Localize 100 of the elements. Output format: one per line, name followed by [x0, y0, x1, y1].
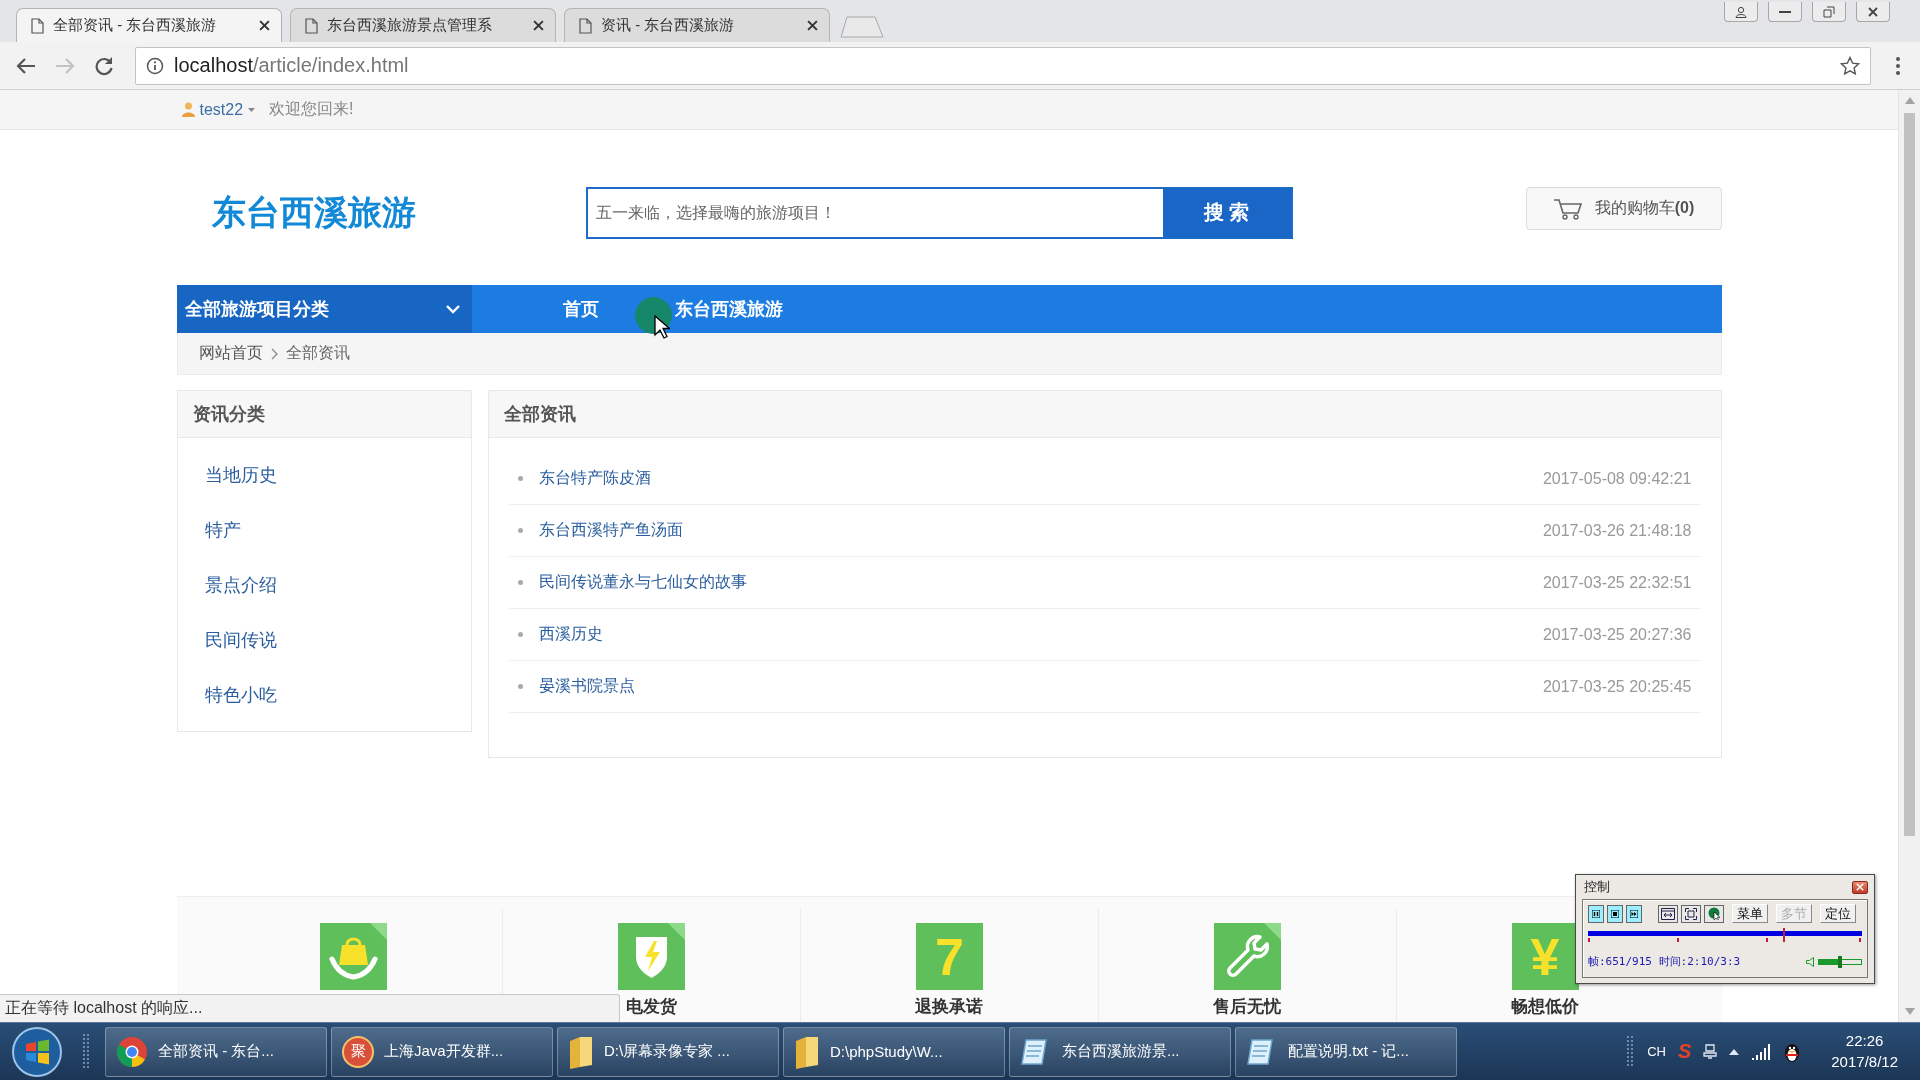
- computer-icon[interactable]: [1703, 1042, 1718, 1061]
- bullet-icon: [517, 476, 523, 481]
- minimize-icon: [1779, 9, 1791, 14]
- recorder-button[interactable]: 定位: [1820, 904, 1856, 923]
- star-icon[interactable]: [1840, 55, 1860, 76]
- breadcrumb-link[interactable]: 网站首页: [198, 343, 263, 364]
- cursor-icon: [1707, 907, 1721, 920]
- category-dropdown[interactable]: 全部旅游项目分类: [176, 285, 472, 333]
- article-link[interactable]: 东台西溪特产鱼汤面: [538, 520, 683, 541]
- app-badge: 聚: [342, 1035, 374, 1068]
- article-link[interactable]: 晏溪书院景点: [538, 676, 635, 697]
- close-button[interactable]: [1856, 2, 1890, 22]
- fit-window-button[interactable]: [1658, 904, 1678, 923]
- page-icon: [579, 17, 592, 34]
- caret-icon: [248, 107, 256, 112]
- site-logo[interactable]: 东台西溪旅游: [211, 189, 442, 236]
- volume-slider[interactable]: [1818, 958, 1862, 965]
- taskbar-item[interactable]: 配置说明.txt - 记...: [1235, 1026, 1457, 1077]
- sidebar-item[interactable]: 景点介绍: [177, 557, 471, 612]
- taskbar-item[interactable]: 东台西溪旅游景...: [1009, 1026, 1231, 1077]
- feature-label: 电发货: [626, 996, 678, 1018]
- sidebar-item[interactable]: 特色小吃: [177, 667, 471, 722]
- scroll-thumb[interactable]: [1904, 113, 1915, 836]
- close-button[interactable]: [1852, 880, 1868, 894]
- stop-button[interactable]: [1607, 904, 1623, 923]
- sidebar-item[interactable]: 当地历史: [177, 447, 471, 502]
- close-icon: [532, 20, 544, 31]
- nav-link[interactable]: 首页: [562, 297, 599, 321]
- user-menu-link[interactable]: test22: [181, 100, 256, 119]
- person-icon: [181, 102, 195, 117]
- chevron-right-icon: [270, 347, 278, 360]
- bullet-icon: [517, 528, 523, 533]
- speaker-icon: [1806, 956, 1815, 967]
- clock[interactable]: 22:26 2017/8/12: [1831, 1031, 1898, 1072]
- cursor-button[interactable]: [1704, 904, 1724, 923]
- panel-header: 资讯分类: [177, 391, 471, 438]
- back-arrow-icon: [16, 56, 36, 75]
- article-date: 2017-03-26 21:48:18: [1542, 521, 1692, 540]
- fast-forward-button[interactable]: [1626, 904, 1642, 923]
- pause-icon: [1592, 909, 1600, 918]
- browser-icon: [116, 1035, 148, 1068]
- close-icon: [258, 20, 270, 31]
- profile-button[interactable]: [1724, 2, 1758, 22]
- playhead-marker[interactable]: [1782, 928, 1785, 942]
- search-field[interactable]: 五一来临，选择最嗨的旅游项目！ 搜 索: [585, 186, 1293, 239]
- sidebar-item[interactable]: 特产: [177, 502, 471, 557]
- folder-icon: [568, 1034, 594, 1069]
- restore-icon: [1823, 5, 1835, 18]
- article-link[interactable]: 东台特产陈皮酒: [538, 468, 651, 489]
- minimize-button[interactable]: [1768, 2, 1802, 22]
- close-button[interactable]: [805, 18, 819, 33]
- article-date: 2017-03-25 20:25:45: [1542, 677, 1692, 696]
- recorder-button[interactable]: 菜单: [1732, 904, 1768, 923]
- frame-time-readout: 帧:651/915 时间:2:10/3:3: [1588, 954, 1741, 969]
- taskbar-item[interactable]: D:\屏幕录像专家 ...: [557, 1026, 779, 1077]
- close-button[interactable]: [257, 18, 271, 33]
- wrench-icon: [1213, 923, 1281, 990]
- address-bar[interactable]: localhost/article/index.html: [135, 46, 1871, 85]
- welcome-text: 欢迎您回来!: [269, 99, 354, 119]
- bullet-icon: [517, 632, 523, 637]
- bullet-icon: [517, 580, 523, 585]
- feature-label: 退换承诺: [915, 996, 984, 1018]
- article-date: 2017-03-25 22:32:51: [1542, 573, 1692, 592]
- browser-tab[interactable]: 全部资讯 - 东台西溪旅游: [16, 8, 282, 42]
- shopping-bag-icon: [319, 923, 387, 990]
- search-button[interactable]: 搜 索: [1162, 188, 1291, 237]
- chevron-down-icon: [445, 304, 460, 314]
- article-link[interactable]: 西溪历史: [538, 624, 603, 645]
- feature-badge: ¥: [1511, 923, 1579, 990]
- scrollbar[interactable]: [1898, 90, 1920, 1022]
- more-vertical-icon: [1896, 56, 1900, 75]
- taskbar-item[interactable]: 全部资讯 - 东台...: [105, 1026, 327, 1077]
- taskbar-item[interactable]: D:\phpStudy\W...: [783, 1026, 1005, 1077]
- show-hidden-icons-icon[interactable]: [1729, 1048, 1740, 1055]
- pause-button[interactable]: [1588, 904, 1604, 923]
- close-icon: [1868, 6, 1878, 17]
- cart-button[interactable]: 我的购物车(0): [1525, 187, 1722, 230]
- feature-label: 畅想低价: [1511, 996, 1580, 1018]
- browser-tab[interactable]: 东台西溪旅游景点管理系: [290, 8, 556, 42]
- fast-forward-icon: [1630, 909, 1638, 918]
- browser-tab[interactable]: 资讯 - 东台西溪旅游: [564, 8, 830, 42]
- close-icon: [1856, 883, 1864, 891]
- grip-icon: [1627, 1034, 1636, 1069]
- fullscreen-icon: [1685, 907, 1697, 920]
- signal-icon[interactable]: [1751, 1043, 1772, 1060]
- nav-link[interactable]: 东台西溪旅游: [674, 297, 783, 321]
- progress-track[interactable]: [1588, 931, 1862, 944]
- article-link[interactable]: 民间传说董永与七仙女的故事: [538, 572, 747, 593]
- start-button[interactable]: [11, 1025, 63, 1078]
- feature-label: 售后无忧: [1213, 996, 1282, 1018]
- volume-thumb[interactable]: [1837, 955, 1842, 968]
- panel-header: 全部资讯: [488, 391, 1721, 438]
- shield-icon: [618, 923, 686, 990]
- sidebar-item[interactable]: 民间传说: [177, 612, 471, 667]
- input-language[interactable]: CH: [1647, 1044, 1666, 1059]
- page-icon: [31, 17, 44, 34]
- taskbar-item[interactable]: 聚 上海Java开发群...: [331, 1026, 553, 1077]
- fullscreen-button[interactable]: [1681, 904, 1701, 923]
- reload-icon: [94, 55, 114, 76]
- close-button[interactable]: [531, 18, 545, 33]
